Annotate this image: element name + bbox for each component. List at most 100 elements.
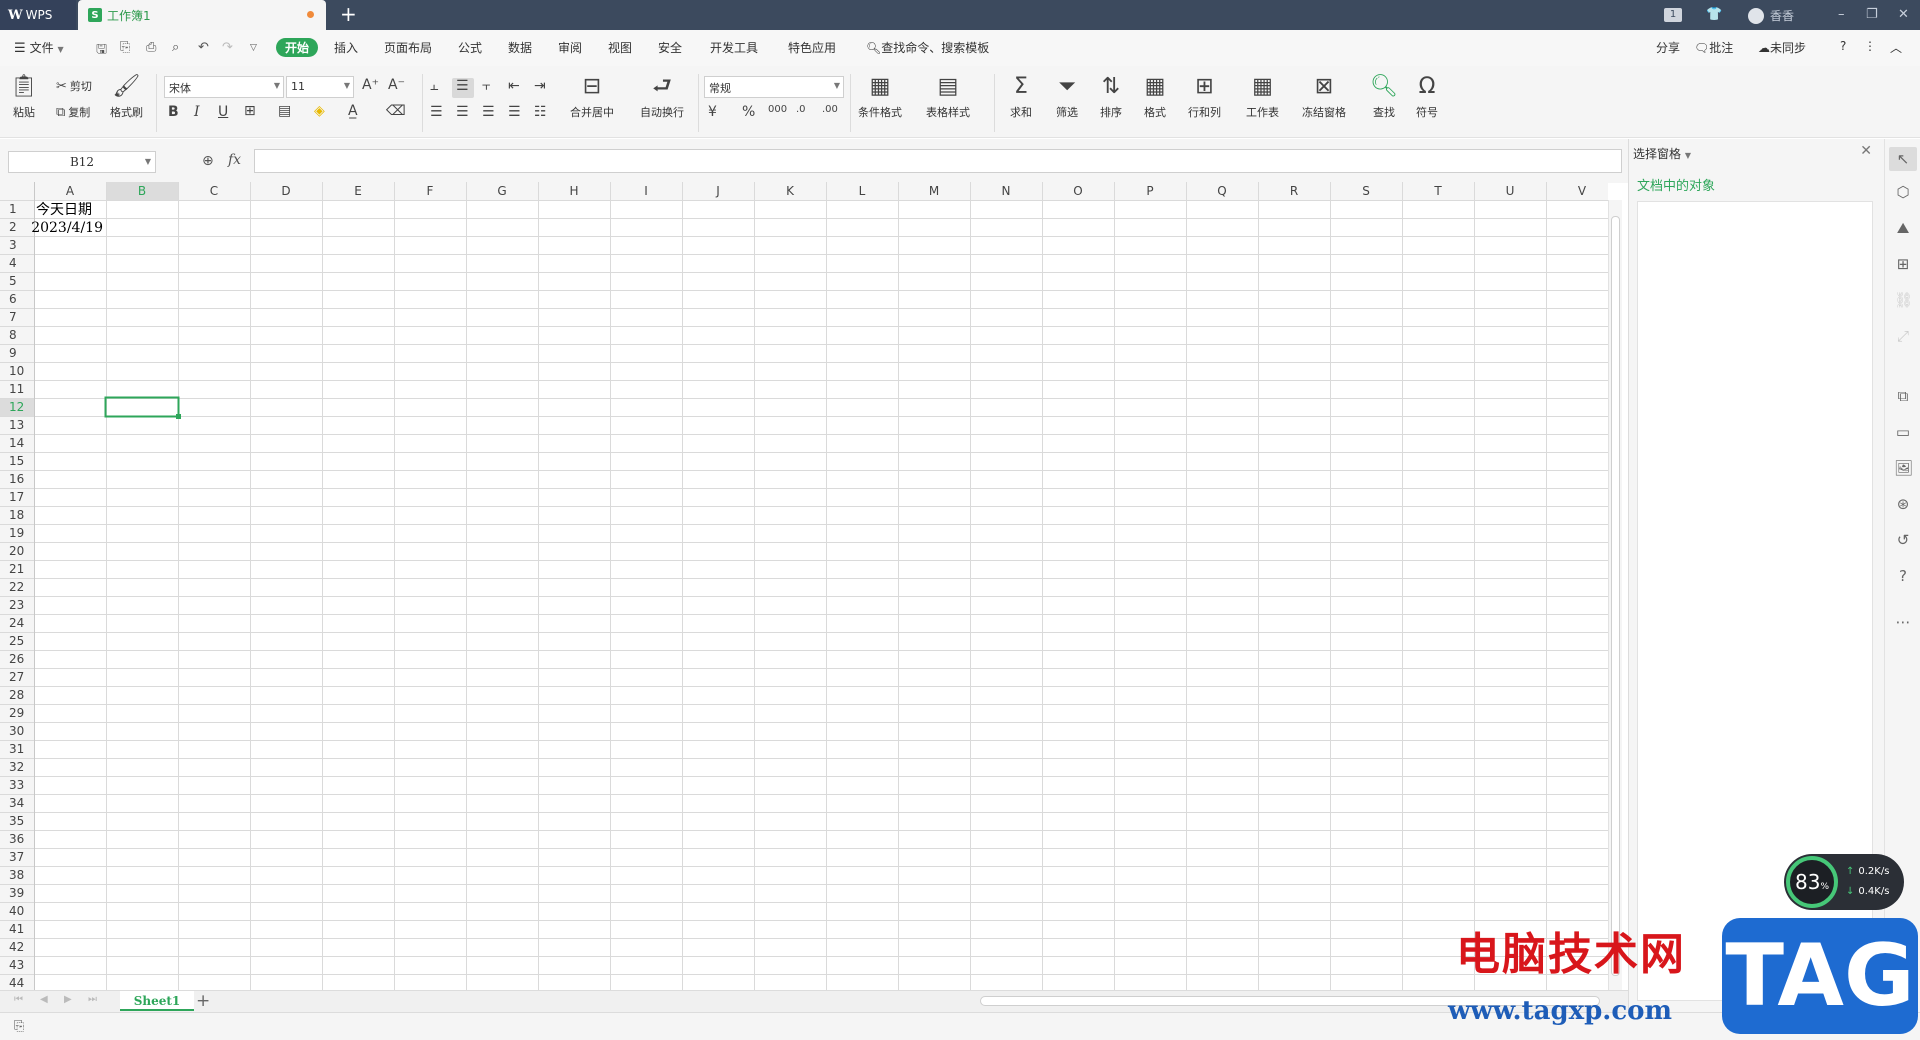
more-options-icon[interactable]: ⋮ [1864,39,1876,53]
comment-button[interactable]: 🗨︎批注 [1694,39,1733,56]
decrease-indent-icon[interactable]: ⇤ [508,78,520,94]
network-speed-widget[interactable]: 83% ↑ 0.2K/s ↓ 0.4K/s [1784,854,1904,910]
auto-wrap-button[interactable]: ⮐ 自动换行 [640,74,684,120]
tab-view[interactable]: 视图 [608,39,632,56]
increase-indent-icon[interactable]: ⇥ [534,78,546,94]
skin-shirt-icon[interactable]: 👕 [1706,7,1722,22]
decrease-font-icon[interactable]: A⁻ [388,77,405,93]
decrease-decimal-icon[interactable]: .00 [822,104,838,115]
help-button[interactable]: ? [1840,39,1846,53]
file-menu[interactable]: ☰ 文件 ▼ [14,39,64,56]
redo-icon[interactable]: ↷ [222,40,233,55]
add-sheet-button[interactable]: + [196,991,210,1011]
conditional-format-button[interactable]: ▦ 条件格式 [858,74,902,120]
fx-icon[interactable]: fx [228,152,241,168]
align-right-icon[interactable]: ☰ [482,104,495,120]
increase-font-icon[interactable]: A⁺ [362,77,379,93]
history-icon[interactable]: ↺ [1894,531,1912,549]
output-pdf-icon[interactable]: ⎘ [120,40,130,55]
bold-icon[interactable]: B [168,104,179,120]
table-style-button[interactable]: ▤ 表格样式 [926,74,970,120]
font-size-select[interactable]: 11 ▼ [286,76,354,98]
align-bottom-icon[interactable]: ⫟ [482,78,490,94]
close-window-button[interactable]: ✕ [1898,7,1909,22]
format-painter-button[interactable]: 🖌︎ 格式刷 [110,74,143,120]
align-center-icon[interactable]: ☰ [456,104,469,120]
undo-icon[interactable]: ↶ [198,40,209,55]
vertical-scroll-thumb[interactable] [1611,216,1620,976]
zoom-search-icon[interactable]: ⊕ [202,153,214,169]
user-account[interactable]: 香香 [1748,7,1794,24]
vertical-scrollbar[interactable] [1608,200,1622,990]
fill-color-icon[interactable]: ◈ [314,103,325,119]
last-sheet-icon[interactable]: ⏭ [88,994,97,1005]
rows-cols-button[interactable]: ⊞ 行和列 [1188,74,1221,120]
tab-review[interactable]: 审阅 [558,39,582,56]
tab-formula[interactable]: 公式 [458,39,482,56]
macro-record-icon[interactable]: ⎘ [14,1019,24,1034]
help-circle-icon[interactable]: ? [1894,567,1912,585]
spreadsheet-grid[interactable]: A B C D E F G H I J K L M N O P Q R S T U V 1 2 3 4 5 6 7 8 9 10 11 12 13 1… [0,182,1608,990]
align-middle-icon[interactable]: ☰ [456,78,469,94]
minimize-button[interactable]: – [1838,7,1845,22]
tab-data[interactable]: 数据 [508,39,532,56]
link-icon[interactable]: ⛓ [1894,291,1913,309]
new-tab-button[interactable]: + [340,4,357,24]
merge-center-button[interactable]: ⊟ 合并居中 [570,74,614,120]
justify-icon[interactable]: ☰ [508,104,521,120]
border-icon[interactable]: ⊞ [244,103,256,119]
distribute-icon[interactable]: ☷ [534,104,547,120]
sheet-tab-sheet1[interactable]: Sheet1 [120,991,194,1011]
name-box[interactable]: B12 ▼ [8,151,156,173]
more-icon[interactable]: ⋯ [1894,613,1912,631]
maximize-button[interactable]: ❐ [1866,7,1878,22]
next-sheet-icon[interactable]: ▶ [64,994,72,1005]
shapes-icon[interactable]: ⬡ [1894,183,1912,201]
pane-title[interactable]: 选择窗格 ▼ [1633,145,1691,162]
currency-icon[interactable]: ¥ [708,104,717,120]
font-name-select[interactable]: 宋体 ▼ [164,76,284,98]
tab-developer[interactable]: 开发工具 [710,39,758,56]
italic-icon[interactable]: I [194,104,200,120]
tab-page-layout[interactable]: 页面布局 [384,39,432,56]
table-icon[interactable]: ⊞ [1894,255,1912,273]
first-sheet-icon[interactable]: ⏮ [14,994,23,1005]
tab-special-apps[interactable]: 特色应用 [788,39,836,56]
clear-eraser-icon[interactable]: ⌫ [386,103,406,119]
paste-button[interactable]: 📋︎ 粘贴 [10,74,38,120]
increase-decimal-icon[interactable]: .0 [796,104,806,115]
underline-icon[interactable]: U [218,104,228,120]
font-color-icon[interactable]: A̲ [348,103,358,119]
customize-quick-access-icon[interactable]: ▽ [250,43,257,53]
save-icon[interactable]: 🖫 [96,40,107,62]
tab-security[interactable]: 安全 [658,39,682,56]
styles-icon[interactable]: ⛰ [1894,219,1912,237]
backup-icon[interactable]: ⧉ [1894,387,1912,405]
align-top-icon[interactable]: ⫠ [430,78,438,94]
filter-button[interactable]: ⏷ 筛选 [1056,74,1078,120]
symbol-button[interactable]: Ω 符号 [1416,74,1438,120]
copy-button[interactable]: ⧉ 复制 [56,104,90,120]
format-button[interactable]: ▦ 格式 [1144,74,1166,120]
print-icon[interactable]: ⎙ [146,40,156,55]
select-pointer-icon[interactable]: ↖ [1889,147,1917,171]
command-search[interactable]: 🔍︎查找命令、搜索模板 [866,39,989,56]
percent-icon[interactable]: % [742,104,755,120]
sum-button[interactable]: Σ 求和 [1010,74,1032,120]
find-button[interactable]: 🔍︎ 查找 [1370,74,1398,120]
freeze-panes-button[interactable]: ⊠ 冻结窗格 [1302,74,1346,120]
number-format-select[interactable]: 常规 ▼ [704,76,844,98]
doc-tab-workbook1[interactable]: S 工作簿1 [78,0,326,30]
prev-sheet-icon[interactable]: ◀ [40,994,48,1005]
pane-close-button[interactable]: ✕ [1860,143,1872,159]
cell-style-icon[interactable]: ▤ [278,103,291,119]
sort-button[interactable]: ⇅ 排序 [1100,74,1122,120]
collapse-ribbon-icon[interactable]: ︿ [1890,39,1902,56]
archive-icon[interactable]: ▭ [1894,423,1912,441]
share-button[interactable]: 分享 [1656,39,1680,56]
thousands-separator-icon[interactable]: 000 [768,104,787,115]
align-left-icon[interactable]: ☰ [430,104,443,120]
wps-home-tab[interactable]: W WPS [0,0,76,30]
compass-icon[interactable]: ⊛ [1894,495,1912,513]
image-icon[interactable]: 🖼︎ [1894,459,1913,477]
